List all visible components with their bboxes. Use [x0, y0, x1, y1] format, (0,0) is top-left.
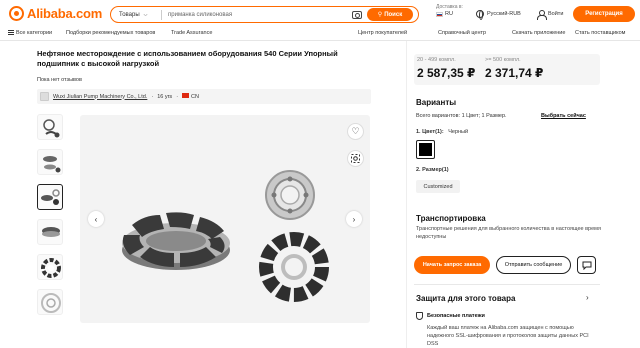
shipping-text: Транспортные решения для выбранного коли…	[416, 226, 601, 240]
color-value: Черный	[448, 129, 469, 135]
request-quote-button[interactable]: Начать запрос заказа	[414, 256, 490, 274]
protection-title[interactable]: Защита для этого товара	[416, 294, 515, 303]
search-icon: ⚲	[377, 12, 383, 18]
search-category-label: Товары	[119, 11, 140, 18]
bearing-thumb-icon	[41, 258, 61, 278]
variants-summary: Всего вариантов: 1 Цвет; 1 Размер.	[416, 113, 507, 119]
all-categories-label: Все категории	[16, 30, 53, 36]
price-tier-1-label: 20 - 499 компл.	[417, 57, 456, 63]
swatch-fill	[419, 143, 432, 156]
globe-icon	[476, 10, 484, 20]
bearing-thumb-icon	[42, 227, 60, 237]
search-category-select[interactable]: Товары ⌵	[111, 12, 161, 18]
image-search-button[interactable]	[347, 150, 364, 167]
shield-icon	[416, 312, 423, 320]
become-supplier-link[interactable]: Стать поставщиком	[575, 30, 625, 36]
user-icon	[537, 10, 547, 20]
bearing-thumb-icon	[41, 189, 60, 205]
trade-assurance-link[interactable]: Trade Assurance	[171, 30, 212, 36]
price-tier-2-value: 2 371,74 ₽	[485, 66, 544, 80]
chevron-right-icon: ›	[352, 214, 356, 224]
choose-now-link[interactable]: Выбрать сейчас	[541, 113, 586, 119]
register-button[interactable]: Регистрация	[573, 6, 635, 22]
thumbnail-3-active[interactable]	[37, 184, 63, 210]
help-center-link[interactable]: Справочный центр	[438, 30, 486, 36]
download-app-link[interactable]: Скачать приложение	[512, 30, 565, 36]
deliver-to-label: Доставка в:	[436, 4, 463, 10]
camera-search-icon[interactable]	[352, 10, 362, 19]
language-currency-selector[interactable]: Русский-RUB	[476, 10, 521, 20]
section-divider	[414, 284, 600, 285]
ru-flag-icon	[436, 11, 443, 17]
chat-icon	[582, 261, 591, 270]
top-header: Alibaba.com Товары ⌵ ⚲ Поиск Доставка в:…	[0, 0, 640, 28]
supplier-name-link[interactable]: Wuxi Jiulian Pump Machinery Co., Ltd.	[53, 94, 147, 100]
alibaba-logo[interactable]: Alibaba.com	[9, 6, 102, 21]
color-swatch-black[interactable]	[416, 140, 435, 159]
price-tier-2-label: >= 500 компл.	[485, 57, 521, 63]
thumbnail-list	[37, 114, 65, 324]
login-label: Войти	[548, 11, 564, 17]
menu-icon	[8, 30, 14, 36]
bearing-thumb-icon	[43, 156, 61, 173]
secure-payments-title: Безопасные платежи	[427, 313, 485, 319]
supplier-country: CN	[182, 93, 199, 100]
separator-dot: ·	[176, 93, 179, 100]
search-bar: Товары ⌵ ⚲ Поиск	[110, 6, 419, 23]
price-tier-1-value: 2 587,35 ₽	[417, 66, 476, 80]
all-categories-menu[interactable]: Все категории	[8, 30, 52, 36]
main-product-image[interactable]: ‹ ›	[80, 115, 370, 323]
color-label: 1. Цвет(1):	[416, 129, 444, 135]
size-label: 2. Размер(1)	[416, 167, 449, 173]
thumbnail-1[interactable]	[37, 114, 63, 140]
thumbnail-4[interactable]	[37, 219, 63, 245]
thumbnail-5[interactable]	[37, 254, 63, 280]
login-link[interactable]: Войти	[537, 10, 564, 20]
send-message-button[interactable]: Отправить сообщение	[496, 256, 571, 274]
buyer-center-link[interactable]: Центр покупателей	[358, 30, 407, 36]
variants-title: Варианты	[416, 98, 457, 107]
size-option-customized[interactable]: Customized	[416, 180, 460, 193]
supplier-logo	[40, 92, 49, 101]
recommended-link[interactable]: Подборки рекомендуемых товаров	[66, 30, 155, 36]
search-input[interactable]	[162, 8, 350, 21]
thrust-bearing-image	[122, 170, 329, 302]
search-button-label: Поиск	[384, 11, 403, 18]
chat-button[interactable]	[577, 256, 596, 274]
shipping-title: Транспортировка	[416, 214, 486, 223]
column-divider	[406, 41, 407, 348]
reviews-status: Пока нет отзывов	[37, 77, 82, 83]
heart-icon: ♡	[351, 126, 360, 136]
sub-navigation: Все категории Подборки рекомендуемых тов…	[0, 28, 640, 41]
thumbnail-2[interactable]	[37, 149, 63, 175]
chevron-right-icon[interactable]: ›	[586, 293, 589, 302]
secure-payments-text: Каждый ваш платеж на Alibaba.com защищен…	[427, 325, 589, 347]
product-title: Нефтяное месторождение с использованием …	[37, 49, 338, 68]
bearing-thumb-icon	[41, 293, 61, 313]
language-currency-label: Русский-RUB	[487, 11, 521, 17]
color-label-row: 1. Цвет(1): Черный	[416, 129, 468, 135]
thumbnail-6[interactable]	[37, 289, 63, 315]
size-label-text: 2. Размер(1)	[416, 167, 449, 173]
image-search-icon	[351, 154, 360, 163]
previous-image-button[interactable]: ‹	[88, 211, 104, 227]
separator-dot: ·	[151, 93, 154, 100]
chevron-down-icon: ⌵	[143, 11, 148, 18]
supplier-years: 16 yrs	[157, 93, 173, 100]
deliver-to-country: RU	[445, 11, 453, 17]
deliver-to[interactable]: Доставка в: RU	[436, 4, 463, 17]
logo-text: Alibaba.com	[27, 6, 103, 21]
bearing-thumb-icon	[43, 119, 60, 138]
alibaba-logo-icon	[9, 6, 24, 21]
next-image-button[interactable]: ›	[346, 211, 362, 227]
cn-flag-icon	[182, 93, 190, 98]
favorite-button[interactable]: ♡	[347, 123, 364, 140]
price-tiers: 20 - 499 компл. 2 587,35 ₽ >= 500 компл.…	[414, 54, 600, 85]
supplier-bar: Wuxi Jiulian Pump Machinery Co., Ltd. · …	[37, 89, 371, 104]
chevron-left-icon: ‹	[94, 214, 98, 224]
search-button[interactable]: ⚲ Поиск	[367, 8, 413, 21]
